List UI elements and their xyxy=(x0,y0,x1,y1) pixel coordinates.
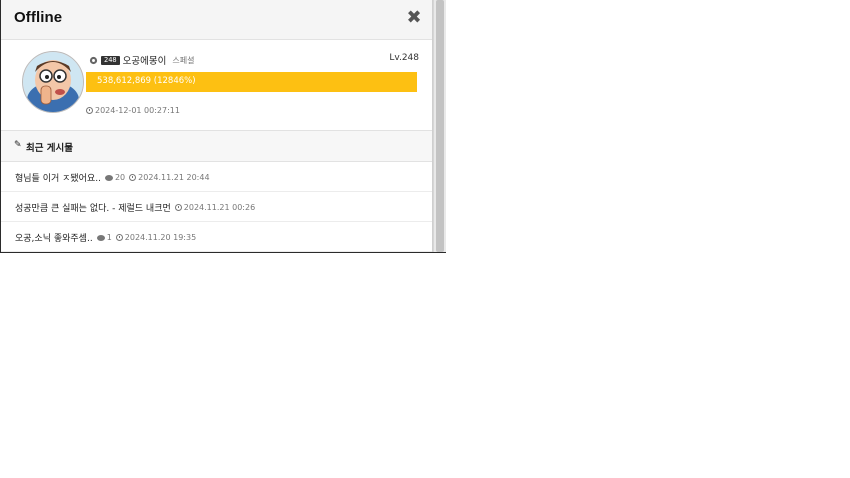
gear-icon xyxy=(89,56,98,64)
exp-bar: 538,612,869 (12846%) xyxy=(86,72,417,92)
level-badge: 248 xyxy=(101,55,120,65)
post-date: 2024.11.21 20:44 xyxy=(129,173,210,182)
close-icon[interactable]: ✖ xyxy=(405,8,423,28)
avatar[interactable] xyxy=(22,51,84,113)
last-login: 2024-12-01 00:27:11 xyxy=(86,106,180,115)
post-comments: 20 xyxy=(104,173,126,182)
pencil-icon: ✎ xyxy=(14,140,22,150)
scrollbar-thumb[interactable] xyxy=(436,0,444,252)
level-text: Lv.248 xyxy=(389,53,419,63)
grade-label: 스페셜 xyxy=(172,55,195,65)
clock-icon xyxy=(115,234,123,241)
comment-count: 1 xyxy=(106,233,112,242)
post-date-text: 2024.11.21 00:26 xyxy=(183,203,256,212)
post-date-text: 2024.11.21 20:44 xyxy=(138,173,210,182)
recent-posts-title: 최근 게시물 xyxy=(26,143,74,154)
comment-icon xyxy=(96,234,105,241)
post-title[interactable]: 형님들 이거 ㅈ됐어요.. xyxy=(15,171,101,184)
list-item[interactable]: 형님들 이거 ㅈ됐어요.. 20 2024.11.21 20:44 xyxy=(1,162,432,192)
user-line: 248 오공에몽이 스페셜 xyxy=(89,53,194,67)
last-login-time: 2024-12-01 00:27:11 xyxy=(95,106,180,115)
comment-icon xyxy=(104,174,113,181)
profile-modal: Offline ✖ 248 오공에몽이 스페셜 Lv.248 538,612,8… xyxy=(1,0,433,252)
post-title[interactable]: 오공,소닉 좋와주셈.. xyxy=(15,231,93,244)
list-item[interactable]: 오공,소닉 좋와주셈.. 1 2024.11.20 19:35 xyxy=(1,222,432,252)
modal-scrollbar[interactable] xyxy=(433,0,446,252)
post-date-text: 2024.11.20 19:35 xyxy=(124,233,197,242)
profile-section: 248 오공에몽이 스페셜 Lv.248 538,612,869 (12846%… xyxy=(1,40,432,131)
post-date: 2024.11.21 00:26 xyxy=(174,203,256,212)
modal-title: Offline xyxy=(14,9,63,26)
post-title[interactable]: 성공만큼 큰 실패는 없다. - 제럴드 내크먼 xyxy=(15,201,171,214)
recent-posts-header: ✎ 최근 게시물 xyxy=(1,131,432,162)
clock-icon xyxy=(86,107,93,114)
exp-text: 538,612,869 (12846%) xyxy=(97,76,196,86)
nickname[interactable]: 오공에몽이 xyxy=(123,53,167,67)
post-date: 2024.11.20 19:35 xyxy=(115,233,197,242)
post-comments: 1 xyxy=(96,233,112,242)
avatar-image xyxy=(23,52,83,112)
comment-count: 20 xyxy=(114,173,126,182)
list-item[interactable]: 성공만큼 큰 실패는 없다. - 제럴드 내크먼 2024.11.21 00:2… xyxy=(1,192,432,222)
clock-icon xyxy=(174,204,182,211)
modal-header: Offline ✖ xyxy=(1,0,432,40)
clock-icon xyxy=(129,174,137,181)
